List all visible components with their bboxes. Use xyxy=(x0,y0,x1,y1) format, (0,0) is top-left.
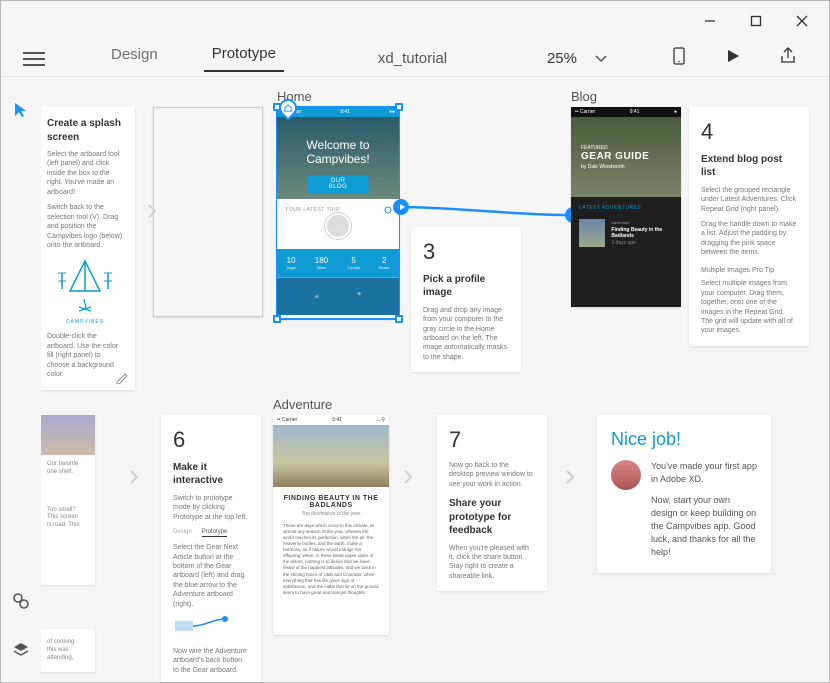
selection-handle[interactable] xyxy=(395,103,403,111)
maximize-button[interactable] xyxy=(733,5,779,37)
tutorial-note-4: 4 Extend blog post list Select the group… xyxy=(689,107,809,346)
assets-icon[interactable] xyxy=(12,592,30,615)
chevron-down-icon xyxy=(595,55,607,63)
artboard-label-adventure[interactable]: Adventure xyxy=(273,397,332,412)
tutorial-note-3: 3 Pick a profile image Drag and drop any… xyxy=(411,227,521,372)
profile-avatar-placeholder[interactable] xyxy=(325,213,351,239)
campfire-icon xyxy=(77,297,93,313)
flow-arrow-icon xyxy=(129,469,139,490)
artboard-adventure[interactable]: •• Carrier9:41⌂ ⚲ FINDING BEAUTY IN THE … xyxy=(273,415,389,635)
wire-source-handle[interactable] xyxy=(393,199,409,215)
select-tool-icon[interactable] xyxy=(12,101,30,124)
flow-arrow-icon xyxy=(147,203,157,224)
avatar xyxy=(611,460,641,490)
app-header: Design Prototype xd_tutorial 25% xyxy=(1,41,829,77)
selection-handle[interactable] xyxy=(395,315,403,323)
artboard-blog[interactable]: •• Carrier9:41● FEATURED GEAR GUIDE by D… xyxy=(571,107,681,307)
hamburger-menu-icon[interactable] xyxy=(23,52,45,66)
list-item[interactable]: AdventureFinding Beauty in the Badlands3… xyxy=(579,219,673,247)
zoom-control[interactable]: 25% xyxy=(547,50,607,67)
settings-gear-icon xyxy=(383,205,393,215)
tutorial-note-splash: Create a splash screen Select the artboa… xyxy=(41,107,135,390)
tutorial-note-6: 6 Make it interactive Switch to prototyp… xyxy=(161,415,261,682)
nice-job-title: Nice job! xyxy=(611,429,757,450)
our-blog-button[interactable]: OUR BLOG xyxy=(308,175,369,193)
empty-artboard[interactable] xyxy=(153,107,263,317)
close-button[interactable] xyxy=(779,5,825,37)
artboard-home[interactable]: •• Carrier 9:41 ●● Welcome toCampvibes! … xyxy=(277,107,399,319)
tent-icon xyxy=(58,257,112,297)
tab-design[interactable]: Design xyxy=(103,46,166,71)
document-name: xd_tutorial xyxy=(378,50,447,67)
share-icon[interactable] xyxy=(779,47,797,70)
selection-handle[interactable] xyxy=(273,315,281,323)
stats-row: 10Days 180Miles 5Camps 2Bears xyxy=(277,249,399,277)
layers-icon[interactable] xyxy=(12,641,30,664)
device-preview-icon[interactable] xyxy=(671,47,687,70)
flow-arrow-icon xyxy=(565,469,575,490)
play-icon[interactable] xyxy=(725,48,741,69)
tutorial-fragment-left: Our favorite one shelf. Too small? This … xyxy=(41,415,95,585)
window-titlebar xyxy=(1,1,829,41)
canvas-pasteboard[interactable]: Create a splash screen Select the artboa… xyxy=(41,77,829,682)
minimize-button[interactable] xyxy=(687,5,733,37)
trip-section: YOUR LATEST TRIP xyxy=(277,199,399,249)
tutorial-fragment-left-2: of cooking this was attending, xyxy=(41,629,95,672)
wire-diagram-icon xyxy=(173,615,233,637)
tutorial-note-7: 7 Now go back to the desktop preview win… xyxy=(437,415,547,591)
hero: Welcome toCampvibes! OUR BLOG xyxy=(277,117,399,199)
tab-prototype[interactable]: Prototype xyxy=(204,45,284,72)
zoom-value: 25% xyxy=(547,50,577,67)
flow-arrow-icon xyxy=(403,469,413,490)
artboard-label-blog[interactable]: Blog xyxy=(571,89,597,104)
pencil-icon xyxy=(115,370,129,384)
tool-panel xyxy=(1,81,41,682)
map-section xyxy=(277,277,399,315)
nice-job-card: Nice job! You've made your first app in … xyxy=(597,415,771,573)
